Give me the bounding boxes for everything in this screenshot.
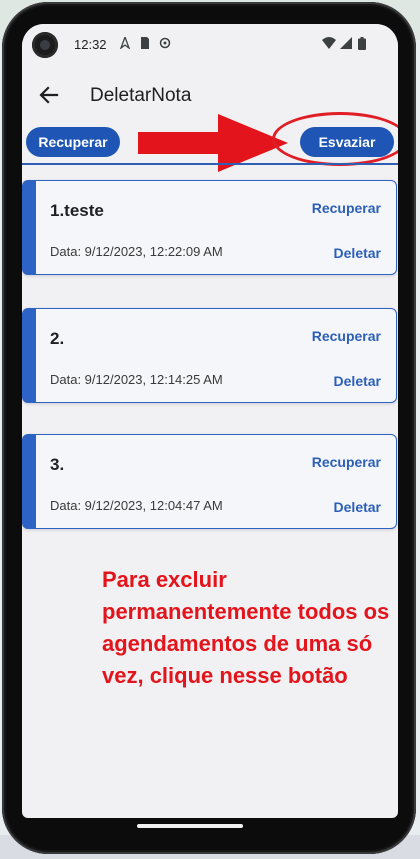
note-date: Data: 9/12/2023, 12:04:47 AM	[50, 498, 223, 513]
note-card: 3. Data: 9/12/2023, 12:04:47 AM Recupera…	[22, 434, 397, 529]
sim-card-icon	[140, 36, 150, 50]
status-time: 12:32	[74, 37, 107, 52]
toolbar-divider	[22, 163, 398, 165]
instruction-annotation: Para excluir permanentemente todos os ag…	[102, 567, 390, 688]
screen: 12:32 DeletarNota Recuperar Esvaziar 1.t…	[22, 24, 398, 818]
recover-all-button[interactable]: Recuperar	[26, 127, 120, 157]
battery-icon	[358, 36, 366, 50]
recover-note-link[interactable]: Recuperar	[312, 328, 381, 344]
note-date: Data: 9/12/2023, 12:14:25 AM	[50, 372, 223, 387]
wifi-icon	[322, 36, 336, 50]
note-title: 2.	[50, 329, 65, 348]
card-accent-bar	[23, 435, 36, 528]
note-title: 3.	[50, 455, 65, 474]
navigation-icon	[120, 36, 130, 50]
recover-note-link[interactable]: Recuperar	[312, 454, 381, 470]
card-accent-bar	[23, 309, 36, 402]
delete-note-link[interactable]: Deletar	[334, 245, 381, 261]
phone-frame: 12:32 DeletarNota Recuperar Esvaziar 1.t…	[2, 2, 416, 854]
home-indicator[interactable]	[137, 824, 243, 828]
signal-icon	[340, 36, 352, 50]
highlight-ellipse	[272, 112, 398, 166]
status-bar: 12:32	[22, 24, 398, 68]
front-camera	[32, 32, 58, 58]
note-card: 2. Data: 9/12/2023, 12:14:25 AM Recupera…	[22, 308, 397, 403]
note-date: Data: 9/12/2023, 12:22:09 AM	[50, 244, 223, 259]
delete-note-link[interactable]: Deletar	[334, 499, 381, 515]
note-title: 1.teste	[50, 201, 104, 220]
delete-note-link[interactable]: Deletar	[334, 373, 381, 389]
note-card: 1.teste Data: 9/12/2023, 12:22:09 AM Rec…	[22, 180, 397, 275]
page-title: DeletarNota	[90, 85, 192, 106]
toolbar: Recuperar Esvaziar	[22, 112, 398, 172]
card-accent-bar	[23, 181, 36, 274]
sync-icon	[159, 36, 171, 50]
recover-note-link[interactable]: Recuperar	[312, 200, 381, 216]
back-arrow-icon[interactable]	[36, 82, 62, 108]
